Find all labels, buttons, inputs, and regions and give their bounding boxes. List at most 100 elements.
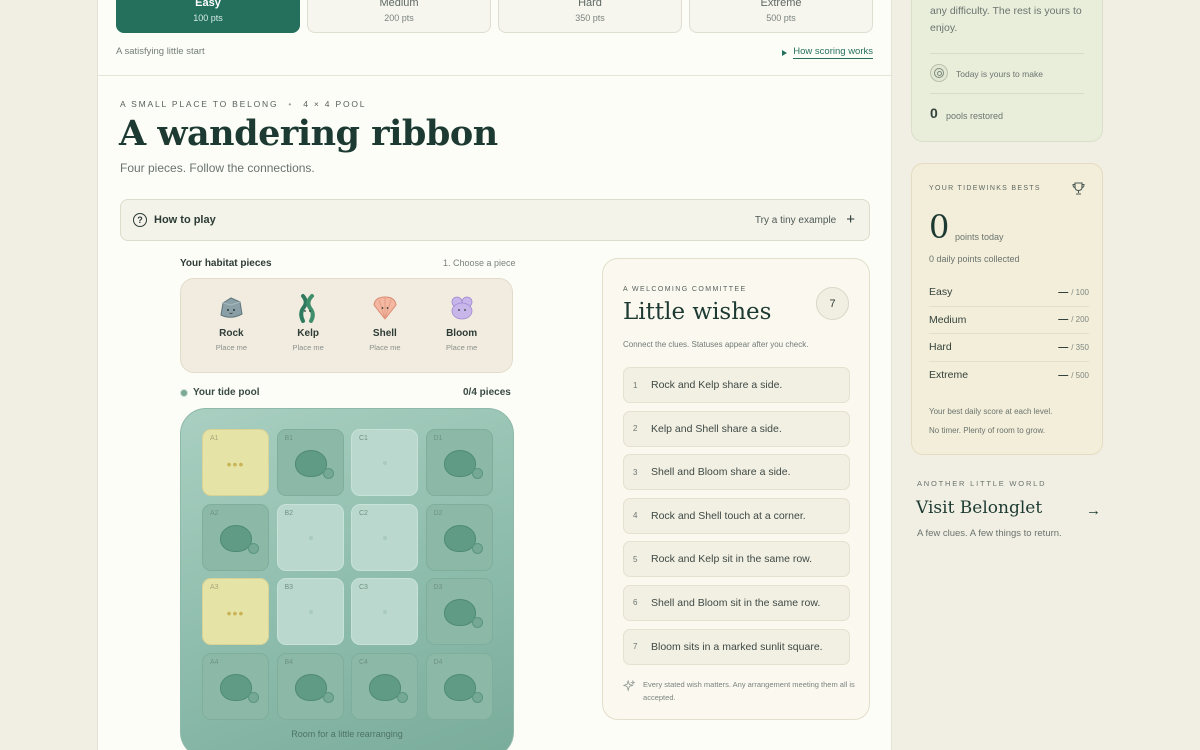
main-panel: Easy 100 pts Medium 200 pts Hard 350 pts… [97,0,892,750]
clue-item[interactable]: 5 Rock and Kelp sit in the same row. [623,541,850,578]
pool-cell-d1[interactable]: D1 [425,429,493,496]
piece-rock[interactable]: Rock Place me [199,279,263,372]
pool-cell-a2[interactable]: A2 [202,503,269,571]
pool-cell-a3[interactable]: A3 ••• [202,578,269,645]
try-example-label: Try a tiny example [754,214,837,226]
clue-item[interactable]: 7 Bloom sits in a marked sunlit square. [623,628,850,665]
intro-card: any difficulty. The rest is yours to enj… [911,0,1103,142]
how-to-play-toggle[interactable]: ? How to play Try a tiny example + [120,199,870,241]
clue-number: 1 [633,380,638,390]
pool-cell-d3[interactable]: D3 [425,578,493,645]
pool-cell-b3[interactable]: B3 [276,578,344,645]
empty-marker-icon [383,535,387,540]
today-text: Today is yours to make [956,69,1043,79]
piece-hint: Place me [292,343,324,352]
puzzle-eyebrow: A SMALL PLACE TO BELONG • 4 × 4 POOL [120,99,366,109]
wishes-title: Little wishes [623,299,772,325]
clue-text: Kelp and Shell share a side. [651,422,782,435]
pebble-icon [471,617,483,628]
empty-marker-icon [308,535,313,540]
clue-text: Shell and Bloom share a side. [651,466,791,479]
best-level-name: Medium [929,313,967,326]
piece-name: Shell [372,328,397,339]
clue-item[interactable]: 3 Shell and Bloom share a side. [623,454,850,491]
piece-kelp[interactable]: Kelp Place me [276,279,340,372]
points-today-label: points today [955,232,1004,242]
clue-list: 1 Rock and Kelp share a side. 2 Kelp and S… [623,367,850,672]
page-title: A wandering ribbon [119,113,498,154]
best-level-value: — [1058,286,1069,298]
sunlit-marker-icon: ••• [226,456,245,472]
empty-marker-icon [383,610,387,614]
best-level-name: Extreme [929,369,969,382]
pool-cell-b4[interactable]: B4 [276,652,344,720]
bloom-icon [451,296,473,320]
scoring-link[interactable]: How scoring works [782,46,873,59]
clue-number: 3 [633,467,638,477]
best-level-value: — [1058,341,1069,353]
clue-text: Rock and Shell touch at a corner. [651,509,806,522]
pool-cell-a4[interactable]: A4 [202,652,269,720]
best-row: Easy —/ 100 [929,279,1089,307]
piece-hint: Place me [369,343,401,352]
clue-item[interactable]: 4 Rock and Shell touch at a corner. [623,497,850,534]
bests-eyebrow: YOUR TIDEWINKS BESTS [929,185,1041,192]
difficulty-medium-button[interactable]: Medium 200 pts [307,0,491,33]
cell-label: C1 [359,435,368,442]
pool-cell-c3[interactable]: C3 [351,578,418,645]
pool-cell-c4[interactable]: C4 [351,652,418,720]
piece-shell[interactable]: Shell Place me [353,279,417,372]
visit-belonglet-link[interactable]: Visit Belonglet → [916,498,1101,519]
difficulty-extreme-button[interactable]: Extreme 500 pts [689,0,873,33]
pebble-icon [471,542,483,554]
pool-footer: Room for a little rearranging [291,729,403,739]
clue-item[interactable]: 1 Rock and Kelp share a side. [623,367,850,403]
clue-text: Rock and Kelp share a side. [651,379,783,391]
pools-restored-label: pools restored [946,111,1004,121]
pieces-step: 1. Choose a piece [443,258,516,268]
best-row: Extreme —/ 500 [929,362,1089,390]
cell-label: A1 [210,435,219,442]
pool-cell-b2[interactable]: B2 [276,503,344,571]
cell-label: A3 [210,584,219,591]
best-level-max: / 500 [1071,370,1089,380]
difficulty-name: Easy [195,0,221,9]
piece-name: Bloom [446,328,478,339]
pool-cell-c2[interactable]: C2 [351,503,418,571]
clue-text: Shell and Bloom sit in the same row. [651,596,821,609]
separator-dot: • [288,99,294,109]
wishes-footer: Every stated wish matters. Any arrangeme… [623,679,855,704]
pool-cell-a1[interactable]: A1 ••• [202,429,269,496]
cell-label: D4 [433,658,443,666]
pool-cell-b1[interactable]: B1 [276,429,344,496]
best-level-max: / 200 [1071,315,1089,325]
clue-item[interactable]: 6 Shell and Bloom sit in the same row. [623,584,850,621]
clue-item[interactable]: 2 Kelp and Shell share a side. [623,410,850,447]
difficulty-name: Hard [578,0,602,9]
boulder-icon [294,673,327,701]
cell-label: C2 [359,509,368,517]
clue-number: 5 [633,554,638,564]
piece-bloom[interactable]: Bloom Place me [430,279,494,372]
clue-number: 4 [633,511,638,521]
best-level-name: Easy [929,286,953,299]
pebble-icon [322,468,334,479]
page-subtitle: Four pieces. Follow the connections. [120,161,315,175]
best-level-name: Hard [929,341,952,354]
pool-cell-c1[interactable]: C1 [351,429,418,496]
piece-name: Rock [219,328,244,339]
sunlit-marker-icon: ••• [226,605,245,621]
divider [98,75,891,76]
visit-title: Visit Belonglet [916,498,1043,518]
bests-list: Easy —/ 100 Medium —/ 200 Hard —/ 350 Extre… [929,279,1089,389]
sparkle-icon [623,679,636,692]
pool-cell-d2[interactable]: D2 [425,503,493,571]
pebble-icon [248,542,259,554]
pebble-icon [248,691,259,703]
difficulty-easy-button[interactable]: Easy 100 pts [116,0,300,33]
difficulty-hard-button[interactable]: Hard 350 pts [498,0,682,33]
cell-label: C4 [359,658,368,666]
trophy-icon [1072,182,1085,195]
pebble-icon [397,691,408,703]
pool-cell-d4[interactable]: D4 [425,652,493,720]
